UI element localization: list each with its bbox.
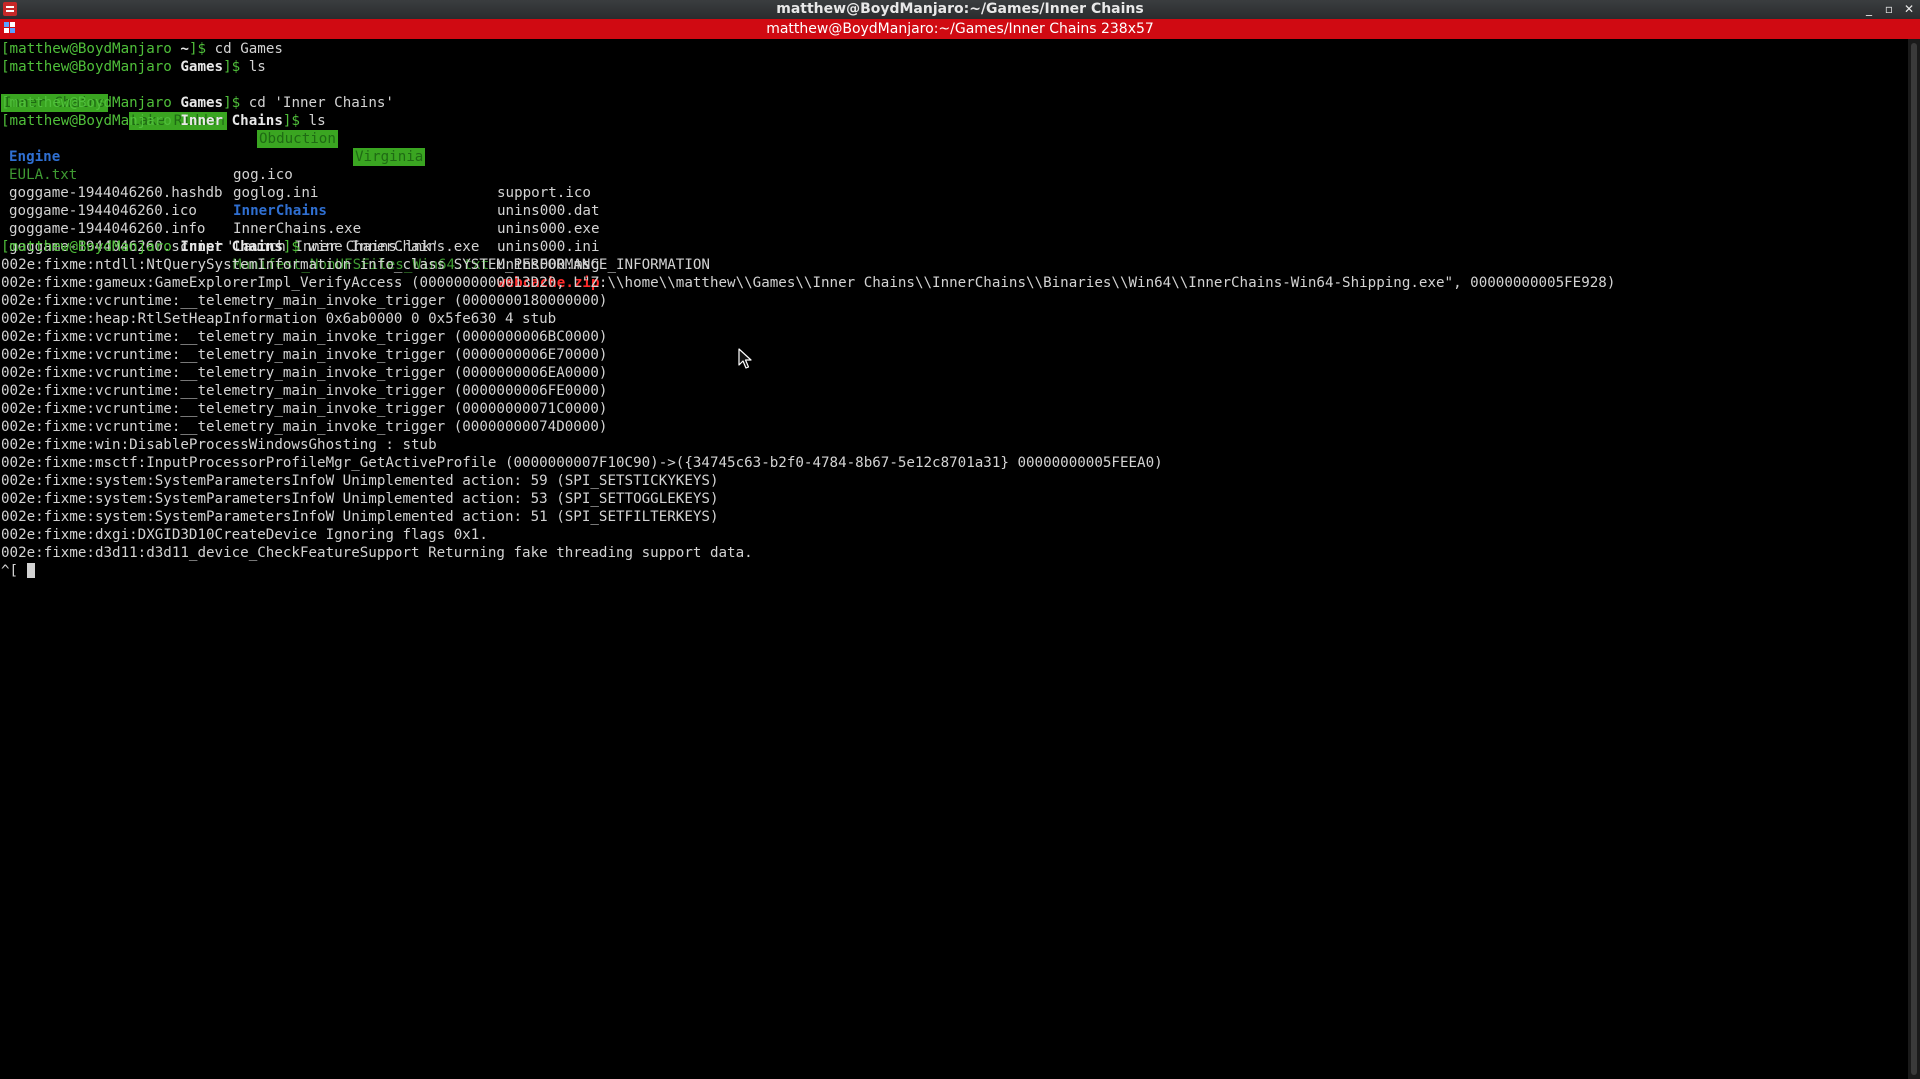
ls-row: Engine gog.ico support.ico [1, 130, 701, 201]
output-line: 002e:fixme:system:SystemParametersInfoW … [1, 491, 719, 507]
output-line: 002e:fixme:ntdll:NtQuerySystemInformatio… [1, 257, 710, 273]
ls-row: goggame-1944046260.hashdb InnerChains un… [1, 166, 701, 237]
output-line: 002e:fixme:vcruntime:__telemetry_main_in… [1, 401, 608, 417]
ls-row: goggame-1944046260.info 'Launch Inner Ch… [1, 202, 701, 273]
prompt-line: [matthew@BoydManjaro ~]$ cd Games [1, 41, 283, 57]
output-line: 002e:fixme:vcruntime:__telemetry_main_in… [1, 365, 608, 381]
output-line: 002e:fixme:heap:RtlSetHeapInformation 0x… [1, 311, 557, 327]
terminal-tab-bar[interactable]: matthew@BoydManjaro:~/Games/Inner Chains… [0, 19, 1920, 39]
output-line: 002e:fixme:gameux:GameExplorerImpl_Verif… [1, 275, 1616, 291]
terminal-tab-title: matthew@BoydManjaro:~/Games/Inner Chains… [766, 21, 1154, 37]
prompt-line: [matthew@BoydManjaro Games]$ cd 'Inner C… [1, 95, 394, 111]
output-line: 002e:fixme:vcruntime:__telemetry_main_in… [1, 293, 608, 309]
ls-row: goggame-1944046260.ico InnerChains.exe u… [1, 184, 701, 255]
output-line: 002e:fixme:system:SystemParametersInfoW … [1, 509, 719, 525]
ls-row: goggame-1944046260.script Manifest_NonUF… [1, 220, 701, 291]
scrollbar-thumb[interactable] [1911, 43, 1917, 1075]
ls-output-games: Inner Chains Lake Ridden Obduction Virgi… [1, 76, 426, 166]
terminal-scrollbar[interactable] [1908, 39, 1920, 1079]
prompt-line: [matthew@BoydManjaro Inner Chains]$ wine… [1, 239, 480, 255]
output-line: 002e:fixme:vcruntime:__telemetry_main_in… [1, 383, 608, 399]
file-entry: unins000.ini [497, 239, 600, 255]
output-line: 002e:fixme:system:SystemParametersInfoW … [1, 473, 719, 489]
output-line: 002e:fixme:win:DisableProcessWindowsGhos… [1, 437, 437, 453]
input-line[interactable]: ^[ [1, 562, 35, 580]
output-line: 002e:fixme:vcruntime:__telemetry_main_in… [1, 419, 608, 435]
output-line: 002e:fixme:dxgi:DXGID3D10CreateDevice Ig… [1, 527, 488, 543]
output-line: 002e:fixme:vcruntime:__telemetry_main_in… [1, 329, 608, 345]
maximize-button[interactable]: ▫ [1882, 0, 1896, 19]
close-button[interactable]: ✕ [1902, 0, 1916, 19]
text-cursor [26, 563, 35, 578]
window-titlebar[interactable]: matthew@BoydManjaro:~/Games/Inner Chains… [0, 0, 1920, 19]
terminal-output[interactable]: [matthew@BoydManjaro ~]$ cd Games [matth… [0, 39, 1908, 1079]
mouse-pointer-icon [738, 348, 752, 369]
prompt-line: [matthew@BoydManjaro Games]$ ls [1, 59, 266, 75]
prompt-line: [matthew@BoydManjaro Inner Chains]$ ls [1, 113, 326, 129]
output-line: 002e:fixme:d3d11:d3d11_device_CheckFeatu… [1, 545, 753, 561]
ls-row: EULA.txt goglog.ini unins000.dat [1, 148, 701, 219]
input-text: ^[ [1, 563, 19, 579]
minimize-button[interactable]: _ [1862, 0, 1876, 19]
window-controls: _ ▫ ✕ [1862, 0, 1916, 19]
window-title: matthew@BoydManjaro:~/Games/Inner Chains [776, 1, 1144, 17]
output-line: 002e:fixme:vcruntime:__telemetry_main_in… [1, 347, 608, 363]
output-line: 002e:fixme:msctf:InputProcessorProfileMg… [1, 455, 1163, 471]
